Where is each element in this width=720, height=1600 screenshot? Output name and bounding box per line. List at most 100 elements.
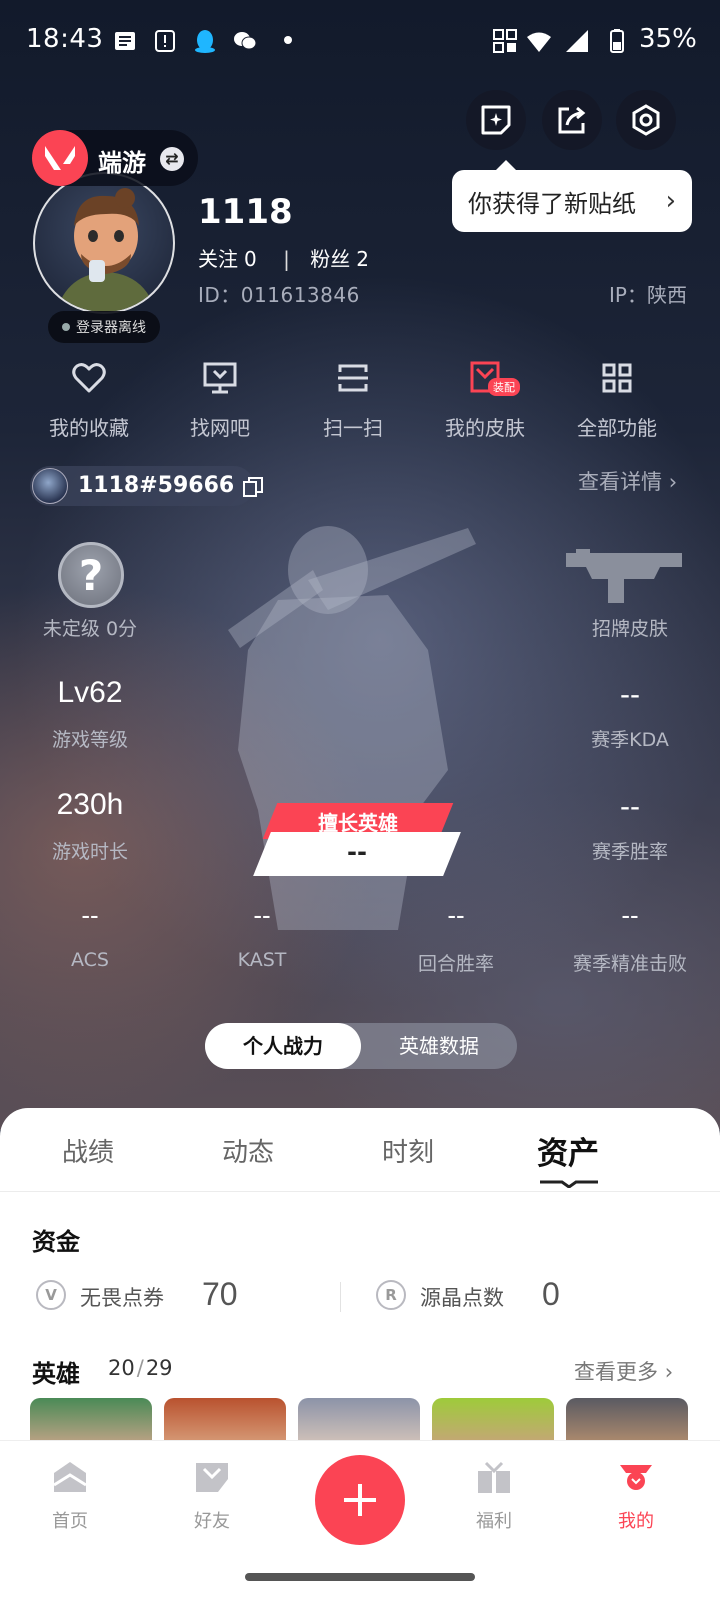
kda-label: 赛季KDA bbox=[591, 729, 669, 751]
quick-action-skins[interactable]: 装配 我的皮肤 bbox=[420, 358, 550, 441]
heroes-owned: 20 bbox=[108, 1356, 135, 1380]
quick-action-label: 扫一扫 bbox=[323, 416, 383, 440]
unranked-icon: ? bbox=[58, 542, 124, 608]
chevron-right-icon: › bbox=[668, 470, 678, 494]
tab-hero-data[interactable]: 英雄数据 bbox=[361, 1023, 517, 1069]
gift-icon bbox=[478, 1461, 510, 1493]
see-more-heroes-link[interactable]: 查看更多 › bbox=[574, 1356, 673, 1386]
valorant-logo bbox=[32, 130, 88, 186]
heroes-title: 英雄 bbox=[32, 1360, 80, 1388]
gun-icon bbox=[566, 549, 682, 603]
quick-action-scan[interactable]: 扫一扫 bbox=[288, 358, 418, 441]
avatar-character bbox=[56, 188, 156, 312]
quick-action-label: 我的收藏 bbox=[49, 416, 129, 440]
grid-icon bbox=[602, 363, 632, 393]
divider bbox=[340, 1282, 341, 1312]
home-indicator bbox=[245, 1573, 475, 1581]
follow-count[interactable]: 0 bbox=[244, 247, 257, 271]
user-id: ID：011613846 bbox=[198, 283, 360, 307]
see-more-text: 查看更多 bbox=[574, 1360, 658, 1384]
gear-icon bbox=[632, 104, 660, 136]
nav-home[interactable]: 首页 bbox=[20, 1459, 120, 1533]
valorant-points-icon: V bbox=[36, 1280, 66, 1310]
new-sticker-tooltip[interactable]: 你获得了新贴纸 › bbox=[452, 160, 692, 232]
quick-action-label: 找网吧 bbox=[190, 416, 250, 440]
nav-label: 好友 bbox=[194, 1511, 230, 1532]
playtime-value: 230h bbox=[56, 788, 124, 821]
winrate-label: 赛季胜率 bbox=[591, 841, 668, 863]
nav-profile[interactable]: 我的 bbox=[586, 1459, 686, 1533]
acs-value: -- bbox=[81, 900, 99, 930]
username: 1118 bbox=[198, 192, 293, 232]
tab-assets[interactable]: 资产 bbox=[508, 1128, 628, 1173]
kda-value: -- bbox=[620, 678, 640, 711]
tab-records[interactable]: 战绩 bbox=[28, 1132, 148, 1169]
chevron-right-icon: › bbox=[664, 1360, 674, 1384]
nav-friends[interactable]: 好友 bbox=[162, 1459, 262, 1533]
follow-label[interactable]: 关注 bbox=[198, 247, 238, 271]
winrate-value: -- bbox=[620, 790, 640, 823]
wifi-icon bbox=[527, 32, 551, 52]
fans-count[interactable]: 2 bbox=[356, 247, 369, 271]
radianite-icon: R bbox=[376, 1280, 406, 1310]
vp-value: 70 bbox=[202, 1276, 238, 1312]
status-time: 18:43 bbox=[26, 24, 104, 54]
stats-mode-switch: 个人战力 英雄数据 bbox=[205, 1023, 517, 1069]
kast-label: KAST bbox=[237, 949, 287, 971]
share-icon bbox=[558, 106, 586, 134]
qq-icon bbox=[195, 30, 215, 53]
round-winrate-value: -- bbox=[447, 900, 465, 930]
settings-button[interactable] bbox=[616, 90, 676, 150]
kast-value: -- bbox=[253, 900, 271, 930]
quick-action-internet-cafe[interactable]: 找网吧 bbox=[155, 358, 285, 441]
acs-label: ACS bbox=[71, 949, 109, 971]
rp-label: 源晶点数 bbox=[420, 1286, 504, 1310]
tooltip-text: 你获得了新贴纸 bbox=[468, 189, 636, 218]
rank-text: 未定级 0分 bbox=[42, 618, 138, 640]
monitor-icon bbox=[203, 362, 237, 394]
tab-activity[interactable]: 动态 bbox=[188, 1132, 308, 1169]
quick-action-label: 我的皮肤 bbox=[445, 416, 525, 440]
heroes-count: 20/29 bbox=[108, 1356, 173, 1380]
status-dot bbox=[62, 323, 70, 331]
news-icon bbox=[115, 32, 135, 50]
nav-label: 我的 bbox=[618, 1511, 654, 1532]
bottom-nav: 首页 好友 福利 我的 bbox=[0, 1440, 720, 1600]
create-post-button[interactable] bbox=[315, 1455, 405, 1545]
game-switch-tag[interactable]: 端游 ⇄ bbox=[32, 130, 198, 186]
riot-id-chip[interactable]: 1118#59666 bbox=[30, 466, 263, 506]
signal-icon bbox=[566, 30, 588, 52]
avatar[interactable] bbox=[33, 172, 175, 314]
share-button[interactable] bbox=[542, 90, 602, 150]
view-details-link[interactable]: 查看详情 › bbox=[578, 466, 677, 496]
tab-personal-power[interactable]: 个人战力 bbox=[205, 1023, 361, 1069]
quick-action-favorites[interactable]: 我的收藏 bbox=[24, 358, 154, 441]
status-bar: 18:43 35% bbox=[0, 0, 720, 80]
divider: | bbox=[283, 247, 290, 271]
funds-row: V 无畏点券 70 R 源晶点数 0 bbox=[0, 1272, 720, 1320]
round-winrate-label: 回合胜率 bbox=[417, 953, 494, 975]
nav-welfare[interactable]: 福利 bbox=[444, 1459, 544, 1533]
heroes-total: 29 bbox=[145, 1356, 173, 1380]
nav-label: 首页 bbox=[52, 1511, 88, 1532]
launcher-status-text: 登录器离线 bbox=[76, 320, 146, 336]
skin-label: 招牌皮肤 bbox=[591, 618, 668, 640]
view-details-text: 查看详情 bbox=[578, 470, 662, 494]
plus-icon bbox=[344, 1484, 376, 1516]
level-label: 游戏等级 bbox=[51, 729, 128, 751]
game-name: 端游 bbox=[98, 149, 146, 177]
riot-id-avatar bbox=[32, 468, 68, 504]
playtime-label: 游戏时长 bbox=[51, 841, 128, 863]
scan-icon bbox=[338, 364, 368, 392]
copy-icon[interactable] bbox=[242, 476, 264, 498]
sticker-button[interactable] bbox=[466, 90, 526, 150]
fans-label[interactable]: 粉丝 bbox=[310, 247, 350, 271]
swap-icon: ⇄ bbox=[160, 147, 184, 171]
friends-icon bbox=[196, 1463, 228, 1492]
quick-action-all-features[interactable]: 全部功能 bbox=[552, 358, 682, 441]
wechat-icon bbox=[234, 32, 257, 50]
sticker-icon bbox=[481, 105, 511, 135]
nfc-icon bbox=[493, 29, 517, 53]
tab-moments[interactable]: 时刻 bbox=[348, 1132, 468, 1169]
funds-title: 资金 bbox=[32, 1228, 80, 1256]
